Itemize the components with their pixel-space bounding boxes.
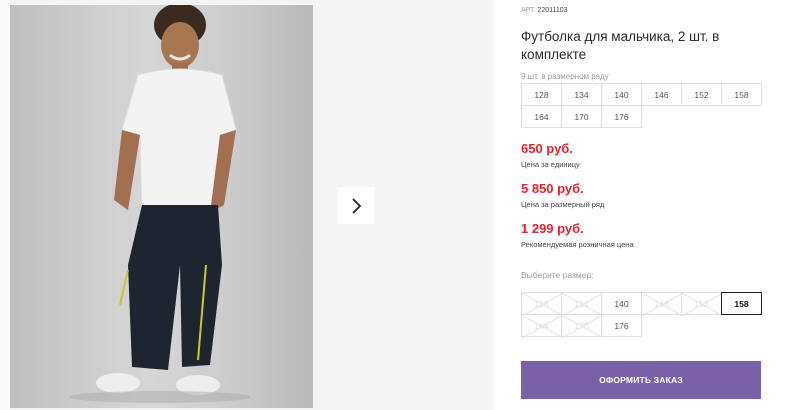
size-row-price-label: Цена за размерный ряд: [521, 200, 605, 209]
size-option[interactable]: 140: [601, 292, 642, 315]
size-option-unavailable: 134: [561, 292, 603, 316]
size-option-selected[interactable]: 158: [721, 292, 762, 315]
size-selector-line: 164 170 176: [521, 314, 767, 338]
size-option[interactable]: 176: [601, 314, 642, 337]
gallery-next-button[interactable]: [337, 187, 374, 224]
retail-price-label: Рекомендуемая розничная цена: [521, 240, 634, 249]
size-option-unavailable: 164: [521, 314, 563, 338]
retail-price: 1 299 руб.: [521, 221, 584, 236]
size-row-line: 164 170 176: [521, 105, 765, 128]
crossed-out-icon: [562, 315, 603, 338]
unit-price: 650 руб.: [521, 141, 573, 156]
size-selector-line: 128 134 140 146 152 158: [521, 292, 767, 316]
size-row-cell: 158: [721, 83, 762, 106]
size-row-cell: 164: [521, 105, 562, 128]
size-row-line: 128 134 140 146 152 158: [521, 83, 765, 106]
size-option-unavailable: 152: [681, 292, 723, 316]
article-number: 22011103: [537, 7, 568, 14]
unit-price-label: Цена за единицу: [521, 160, 580, 169]
crossed-out-icon: [682, 293, 723, 316]
size-option-unavailable: 146: [641, 292, 683, 316]
article-prefix: АРТ.: [521, 7, 536, 14]
size-row-cell: 176: [601, 105, 642, 128]
crossed-out-icon: [642, 293, 683, 316]
size-row-cell: 134: [561, 83, 602, 106]
size-option-unavailable: 170: [561, 314, 603, 338]
product-gallery: [0, 0, 494, 410]
product-info: АРТ. 22011103 Футболка для мальчика, 2 ш…: [521, 0, 793, 410]
size-row-cell: 128: [521, 83, 562, 106]
boy-model-illustration: [70, 5, 250, 403]
choose-size-label: Выберите размер:: [521, 270, 594, 280]
crossed-out-icon: [522, 293, 563, 316]
size-row-price: 5 850 руб.: [521, 181, 584, 196]
article-code: АРТ. 22011103: [521, 7, 568, 14]
size-row-count: 9 шт. в размерном ряду: [521, 72, 609, 81]
chevron-right-icon: [351, 197, 361, 214]
crossed-out-icon: [522, 315, 563, 338]
gallery-edge: [0, 0, 10, 410]
product-photo: [10, 5, 313, 408]
product-title: Футболка для мальчика, 2 шт. в комплекте: [521, 29, 720, 62]
size-row-cell: 170: [561, 105, 602, 128]
size-row-cell: 146: [641, 83, 682, 106]
size-row-cell: 152: [681, 83, 722, 106]
size-row-grid: 128 134 140 146 152 158 164 170 176: [521, 83, 765, 128]
checkout-button[interactable]: ОФОРМИТЬ ЗАКАЗ: [521, 361, 761, 399]
size-option-unavailable: 128: [521, 292, 563, 316]
crossed-out-icon: [562, 293, 603, 316]
size-row-cell: 140: [601, 83, 642, 106]
size-selector: 128 134 140 146 152 158 164: [521, 292, 767, 338]
